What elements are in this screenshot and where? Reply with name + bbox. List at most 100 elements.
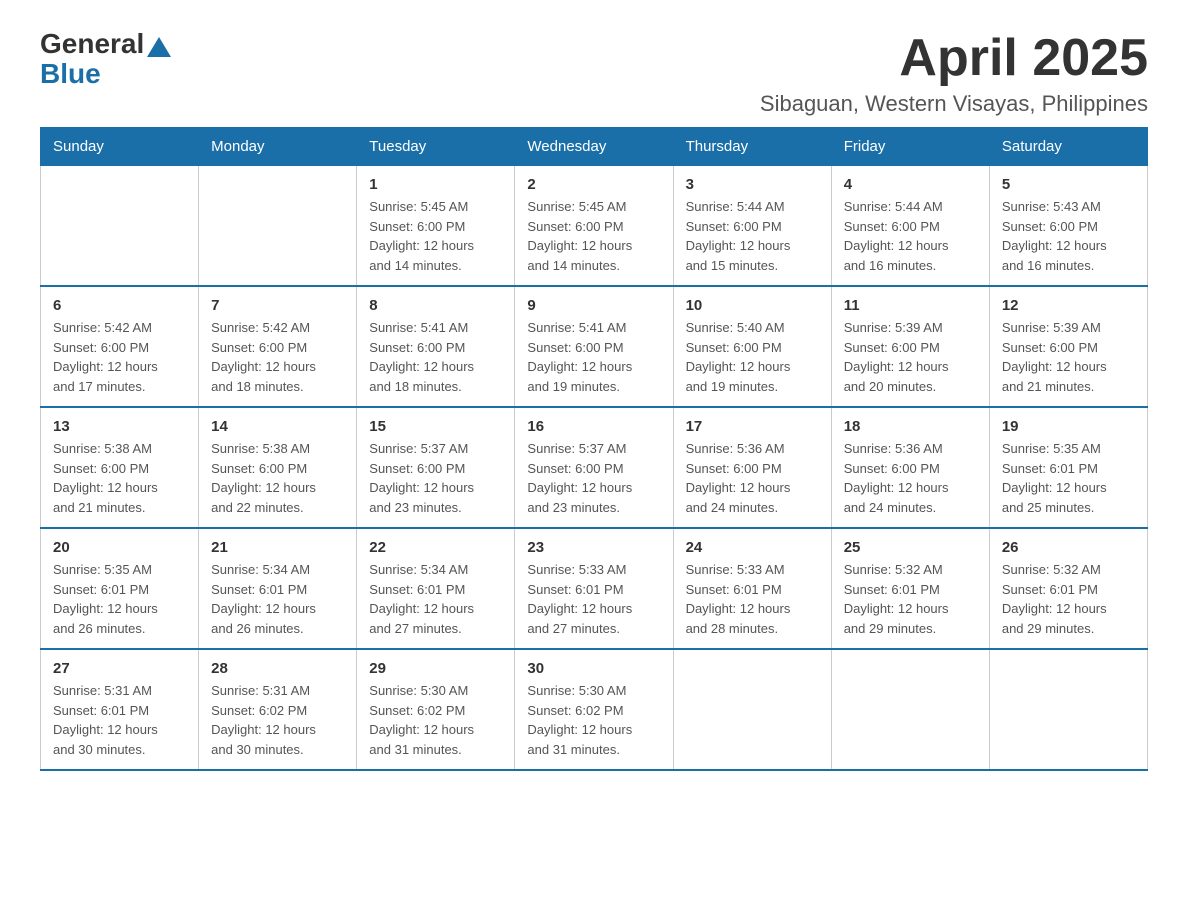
day-info: Sunrise: 5:36 AM Sunset: 6:00 PM Dayligh…	[844, 439, 977, 517]
day-number: 29	[369, 660, 502, 677]
day-number: 11	[844, 297, 977, 314]
day-number: 6	[53, 297, 186, 314]
month-title: April 2025	[760, 30, 1148, 87]
day-info: Sunrise: 5:34 AM Sunset: 6:01 PM Dayligh…	[211, 560, 344, 638]
day-number: 22	[369, 539, 502, 556]
day-number: 14	[211, 418, 344, 435]
calendar-cell: 26 Sunrise: 5:32 AM Sunset: 6:01 PM Dayli…	[989, 528, 1147, 649]
calendar-table: SundayMondayTuesdayWednesdayThursdayFrid…	[40, 127, 1148, 771]
calendar-week-row: 13 Sunrise: 5:38 AM Sunset: 6:00 PM Dayli…	[41, 407, 1148, 528]
day-number: 12	[1002, 297, 1135, 314]
day-number: 17	[686, 418, 819, 435]
calendar-cell: 3Sunrise: 5:44 AM Sunset: 6:00 PM Daylig…	[673, 166, 831, 287]
day-info: Sunrise: 5:35 AM Sunset: 6:01 PM Dayligh…	[53, 560, 186, 638]
day-number: 24	[686, 539, 819, 556]
calendar-cell: 8 Sunrise: 5:41 AM Sunset: 6:00 PM Daylig…	[357, 286, 515, 407]
day-number: 15	[369, 418, 502, 435]
title-block: April 2025 Sibaguan, Western Visayas, Ph…	[760, 30, 1148, 117]
day-info: Sunrise: 5:38 AM Sunset: 6:00 PM Dayligh…	[211, 439, 344, 517]
calendar-cell	[989, 649, 1147, 770]
day-number: 18	[844, 418, 977, 435]
calendar-cell: 2Sunrise: 5:45 AM Sunset: 6:00 PM Daylig…	[515, 166, 673, 287]
calendar-cell: 20 Sunrise: 5:35 AM Sunset: 6:01 PM Dayli…	[41, 528, 199, 649]
day-info: Sunrise: 5:41 AM Sunset: 6:00 PM Dayligh…	[527, 318, 660, 396]
day-number: 4	[844, 176, 977, 193]
day-number: 21	[211, 539, 344, 556]
logo: General Blue	[40, 30, 174, 90]
calendar-week-row: 1Sunrise: 5:45 AM Sunset: 6:00 PM Daylig…	[41, 166, 1148, 287]
calendar-cell: 11 Sunrise: 5:39 AM Sunset: 6:00 PM Dayli…	[831, 286, 989, 407]
day-number: 8	[369, 297, 502, 314]
calendar-cell: 14 Sunrise: 5:38 AM Sunset: 6:00 PM Dayli…	[199, 407, 357, 528]
day-info: Sunrise: 5:42 AM Sunset: 6:00 PM Dayligh…	[211, 318, 344, 396]
calendar-cell: 30Sunrise: 5:30 AM Sunset: 6:02 PM Dayli…	[515, 649, 673, 770]
calendar-cell: 22 Sunrise: 5:34 AM Sunset: 6:01 PM Dayli…	[357, 528, 515, 649]
calendar-cell: 25 Sunrise: 5:32 AM Sunset: 6:01 PM Dayli…	[831, 528, 989, 649]
day-info: Sunrise: 5:40 AM Sunset: 6:00 PM Dayligh…	[686, 318, 819, 396]
day-info: Sunrise: 5:39 AM Sunset: 6:00 PM Dayligh…	[1002, 318, 1135, 396]
calendar-cell: 29 Sunrise: 5:30 AM Sunset: 6:02 PM Dayli…	[357, 649, 515, 770]
calendar-cell: 5Sunrise: 5:43 AM Sunset: 6:00 PM Daylig…	[989, 166, 1147, 287]
day-number: 20	[53, 539, 186, 556]
day-number: 3	[686, 176, 819, 193]
day-info: Sunrise: 5:34 AM Sunset: 6:01 PM Dayligh…	[369, 560, 502, 638]
logo-triangle-icon	[147, 37, 171, 57]
column-header-thursday: Thursday	[673, 128, 831, 166]
calendar-cell: 1Sunrise: 5:45 AM Sunset: 6:00 PM Daylig…	[357, 166, 515, 287]
day-info: Sunrise: 5:35 AM Sunset: 6:01 PM Dayligh…	[1002, 439, 1135, 517]
day-info: Sunrise: 5:31 AM Sunset: 6:02 PM Dayligh…	[211, 681, 344, 759]
calendar-cell: 6 Sunrise: 5:42 AM Sunset: 6:00 PM Daylig…	[41, 286, 199, 407]
calendar-cell: 18 Sunrise: 5:36 AM Sunset: 6:00 PM Dayli…	[831, 407, 989, 528]
calendar-week-row: 6 Sunrise: 5:42 AM Sunset: 6:00 PM Daylig…	[41, 286, 1148, 407]
calendar-cell: 12 Sunrise: 5:39 AM Sunset: 6:00 PM Dayli…	[989, 286, 1147, 407]
column-header-saturday: Saturday	[989, 128, 1147, 166]
column-header-sunday: Sunday	[41, 128, 199, 166]
day-info: Sunrise: 5:44 AM Sunset: 6:00 PM Dayligh…	[844, 197, 977, 275]
day-info: Sunrise: 5:38 AM Sunset: 6:00 PM Dayligh…	[53, 439, 186, 517]
day-info: Sunrise: 5:30 AM Sunset: 6:02 PM Dayligh…	[369, 681, 502, 759]
day-number: 30	[527, 660, 660, 677]
day-info: Sunrise: 5:42 AM Sunset: 6:00 PM Dayligh…	[53, 318, 186, 396]
day-info: Sunrise: 5:39 AM Sunset: 6:00 PM Dayligh…	[844, 318, 977, 396]
calendar-cell: 4 Sunrise: 5:44 AM Sunset: 6:00 PM Daylig…	[831, 166, 989, 287]
calendar-cell: 10Sunrise: 5:40 AM Sunset: 6:00 PM Dayli…	[673, 286, 831, 407]
calendar-cell: 19 Sunrise: 5:35 AM Sunset: 6:01 PM Dayli…	[989, 407, 1147, 528]
column-header-wednesday: Wednesday	[515, 128, 673, 166]
calendar-cell: 15 Sunrise: 5:37 AM Sunset: 6:00 PM Dayli…	[357, 407, 515, 528]
calendar-cell: 24 Sunrise: 5:33 AM Sunset: 6:01 PM Dayli…	[673, 528, 831, 649]
logo-general-text: General	[40, 30, 144, 58]
day-number: 25	[844, 539, 977, 556]
day-number: 27	[53, 660, 186, 677]
column-header-monday: Monday	[199, 128, 357, 166]
calendar-cell: 13 Sunrise: 5:38 AM Sunset: 6:00 PM Dayli…	[41, 407, 199, 528]
calendar-cell	[673, 649, 831, 770]
day-info: Sunrise: 5:33 AM Sunset: 6:01 PM Dayligh…	[686, 560, 819, 638]
calendar-cell	[41, 166, 199, 287]
calendar-cell	[831, 649, 989, 770]
page-header: General Blue April 2025 Sibaguan, Wester…	[40, 30, 1148, 117]
calendar-cell: 16 Sunrise: 5:37 AM Sunset: 6:00 PM Dayli…	[515, 407, 673, 528]
day-number: 2	[527, 176, 660, 193]
column-header-friday: Friday	[831, 128, 989, 166]
calendar-cell: 27 Sunrise: 5:31 AM Sunset: 6:01 PM Dayli…	[41, 649, 199, 770]
day-info: Sunrise: 5:37 AM Sunset: 6:00 PM Dayligh…	[527, 439, 660, 517]
day-number: 13	[53, 418, 186, 435]
day-info: Sunrise: 5:31 AM Sunset: 6:01 PM Dayligh…	[53, 681, 186, 759]
calendar-week-row: 20 Sunrise: 5:35 AM Sunset: 6:01 PM Dayli…	[41, 528, 1148, 649]
day-number: 16	[527, 418, 660, 435]
column-header-tuesday: Tuesday	[357, 128, 515, 166]
calendar-cell: 23Sunrise: 5:33 AM Sunset: 6:01 PM Dayli…	[515, 528, 673, 649]
day-info: Sunrise: 5:32 AM Sunset: 6:01 PM Dayligh…	[1002, 560, 1135, 638]
day-number: 26	[1002, 539, 1135, 556]
day-info: Sunrise: 5:33 AM Sunset: 6:01 PM Dayligh…	[527, 560, 660, 638]
calendar-cell: 21 Sunrise: 5:34 AM Sunset: 6:01 PM Dayli…	[199, 528, 357, 649]
calendar-cell: 9Sunrise: 5:41 AM Sunset: 6:00 PM Daylig…	[515, 286, 673, 407]
day-info: Sunrise: 5:32 AM Sunset: 6:01 PM Dayligh…	[844, 560, 977, 638]
day-number: 19	[1002, 418, 1135, 435]
calendar-week-row: 27 Sunrise: 5:31 AM Sunset: 6:01 PM Dayli…	[41, 649, 1148, 770]
calendar-cell: 17Sunrise: 5:36 AM Sunset: 6:00 PM Dayli…	[673, 407, 831, 528]
day-info: Sunrise: 5:37 AM Sunset: 6:00 PM Dayligh…	[369, 439, 502, 517]
calendar-header-row: SundayMondayTuesdayWednesdayThursdayFrid…	[41, 128, 1148, 166]
day-info: Sunrise: 5:41 AM Sunset: 6:00 PM Dayligh…	[369, 318, 502, 396]
day-number: 1	[369, 176, 502, 193]
